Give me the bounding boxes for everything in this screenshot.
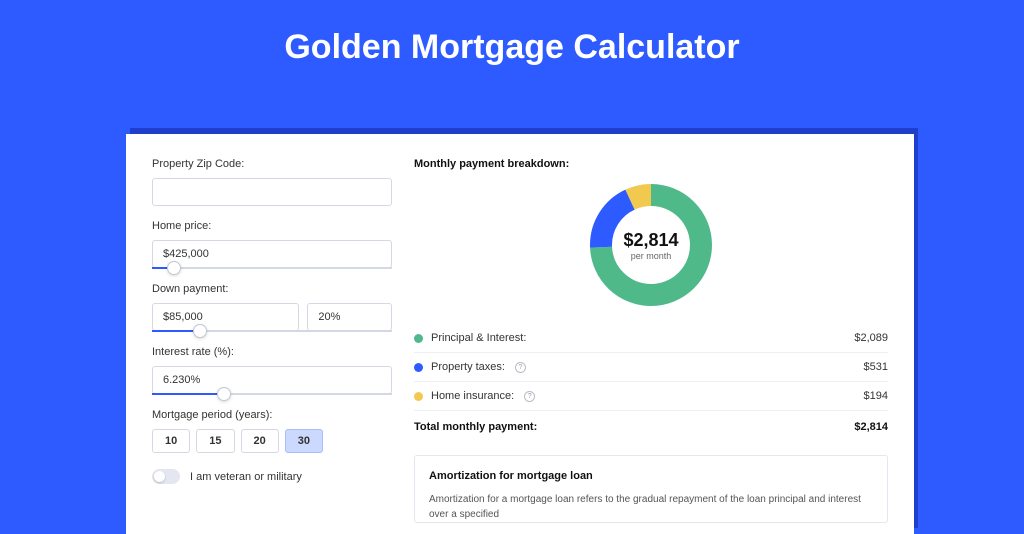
info-icon[interactable]: ? — [515, 362, 526, 373]
period-pills: 10 15 20 30 — [152, 429, 392, 453]
legend-row-pi: Principal & Interest: $2,089 — [414, 324, 888, 353]
donut-amount: $2,814 — [623, 230, 678, 251]
rate-input[interactable] — [152, 366, 392, 394]
down-pct-input[interactable] — [307, 303, 392, 331]
legend-value-pi: $2,089 — [854, 332, 888, 344]
legend-label-pi: Principal & Interest: — [431, 332, 526, 344]
legend-row-tax: Property taxes: ? $531 — [414, 353, 888, 382]
down-slider-thumb[interactable] — [193, 324, 207, 338]
zip-field: Property Zip Code: — [152, 158, 392, 206]
down-amount-input[interactable] — [152, 303, 299, 331]
donut-sub: per month — [631, 251, 672, 261]
legend-row-ins: Home insurance: ? $194 — [414, 382, 888, 411]
down-label: Down payment: — [152, 283, 392, 295]
legend-dot-ins — [414, 392, 423, 401]
inputs-column: Property Zip Code: Home price: Down paym… — [152, 158, 392, 510]
amortization-card: Amortization for mortgage loan Amortizat… — [414, 455, 888, 523]
period-field: Mortgage period (years): 10 15 20 30 — [152, 409, 392, 453]
results-column: Monthly payment breakdown: $2,814 per mo… — [414, 158, 888, 510]
veteran-label: I am veteran or military — [190, 471, 302, 483]
price-slider[interactable] — [152, 267, 392, 269]
toggle-knob — [154, 471, 165, 482]
legend-dot-pi — [414, 334, 423, 343]
donut-chart-wrap: $2,814 per month — [414, 184, 888, 306]
amortization-title: Amortization for mortgage loan — [429, 470, 873, 482]
down-slider[interactable] — [152, 330, 392, 332]
zip-label: Property Zip Code: — [152, 158, 392, 170]
legend-label-tax: Property taxes: — [431, 361, 505, 373]
rate-field: Interest rate (%): — [152, 346, 392, 395]
total-row: Total monthly payment: $2,814 — [414, 411, 888, 449]
total-label: Total monthly payment: — [414, 421, 537, 433]
legend-label-ins: Home insurance: — [431, 390, 514, 402]
breakdown-title: Monthly payment breakdown: — [414, 158, 888, 170]
page-title: Golden Mortgage Calculator — [0, 0, 1024, 89]
rate-slider-fill — [152, 393, 224, 395]
down-field: Down payment: — [152, 283, 392, 332]
rate-label: Interest rate (%): — [152, 346, 392, 358]
price-input[interactable] — [152, 240, 392, 268]
period-pill-15[interactable]: 15 — [196, 429, 234, 453]
amortization-text: Amortization for a mortgage loan refers … — [429, 492, 873, 522]
period-label: Mortgage period (years): — [152, 409, 392, 421]
legend-value-tax: $531 — [864, 361, 888, 373]
rate-slider-thumb[interactable] — [217, 387, 231, 401]
price-label: Home price: — [152, 220, 392, 232]
total-value: $2,814 — [854, 421, 888, 433]
veteran-toggle[interactable] — [152, 469, 180, 484]
zip-input[interactable] — [152, 178, 392, 206]
donut-chart: $2,814 per month — [590, 184, 712, 306]
calculator-panel: Property Zip Code: Home price: Down paym… — [126, 134, 914, 534]
price-field: Home price: — [152, 220, 392, 269]
period-pill-20[interactable]: 20 — [241, 429, 279, 453]
info-icon[interactable]: ? — [524, 391, 535, 402]
veteran-row: I am veteran or military — [152, 469, 392, 484]
period-pill-30[interactable]: 30 — [285, 429, 323, 453]
period-pill-10[interactable]: 10 — [152, 429, 190, 453]
rate-slider[interactable] — [152, 393, 392, 395]
legend-dot-tax — [414, 363, 423, 372]
legend-value-ins: $194 — [864, 390, 888, 402]
price-slider-thumb[interactable] — [167, 261, 181, 275]
donut-center: $2,814 per month — [590, 184, 712, 306]
